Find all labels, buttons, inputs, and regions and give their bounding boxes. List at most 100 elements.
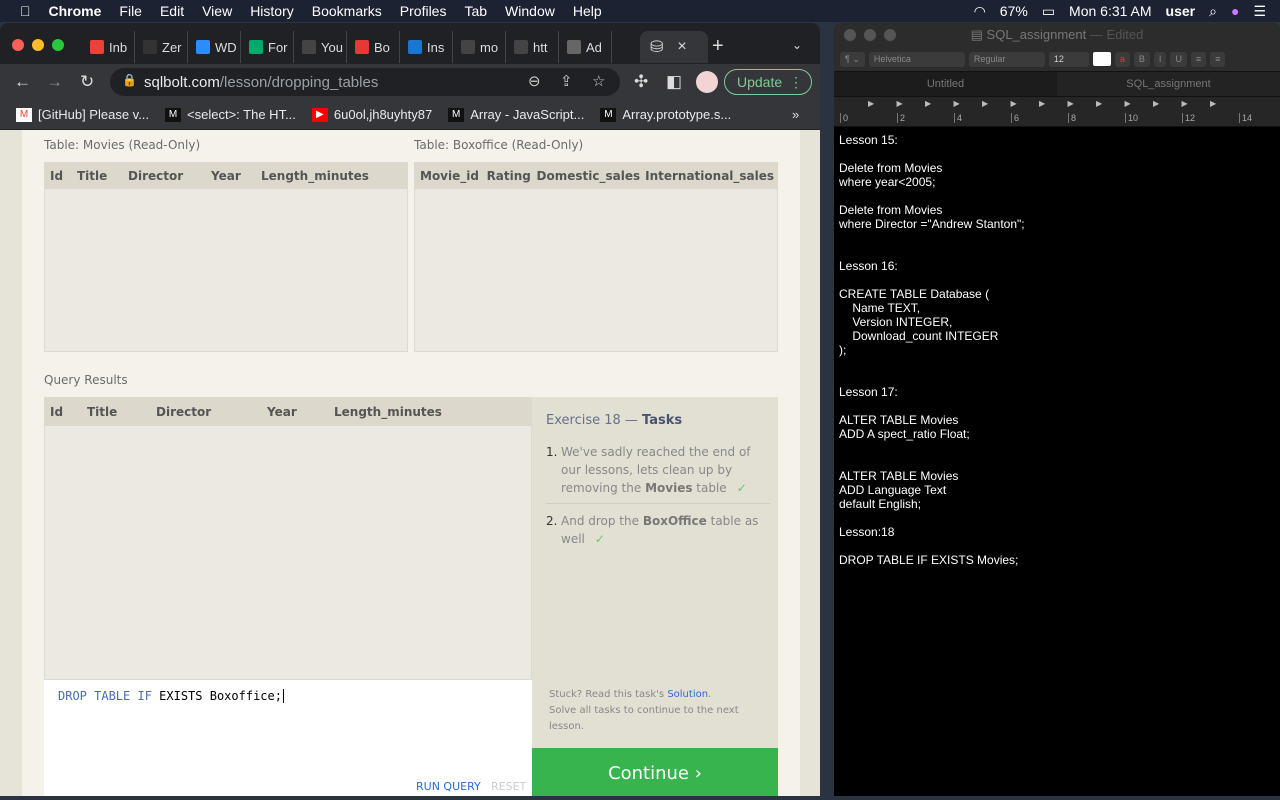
paragraph-style-button[interactable]: ¶ ⌄ — [840, 51, 865, 67]
tab-label: htt — [533, 39, 548, 55]
tab[interactable]: For — [241, 31, 294, 63]
forward-icon[interactable]: → — [46, 72, 63, 92]
control-center-icon[interactable]: ☰ — [1253, 3, 1266, 20]
user-menu[interactable]: user — [1166, 3, 1196, 19]
column-header: Director — [128, 169, 184, 183]
tab-untitled[interactable]: Untitled — [834, 72, 1057, 96]
tab-stop-icon[interactable]: ▶ — [868, 99, 874, 108]
tab[interactable]: mo — [453, 31, 506, 63]
tab[interactable]: WD — [188, 31, 241, 63]
address-bar[interactable]: 🔒 sqlbolt.com/lesson/dropping_tables ⊖ ⇪… — [110, 68, 620, 96]
tab[interactable]: htt — [506, 31, 559, 63]
search-icon[interactable]: ⌕ — [1209, 3, 1217, 20]
minimize-window-button[interactable] — [32, 39, 44, 51]
solution-link[interactable]: Solution — [667, 689, 708, 700]
zoom-window-button[interactable] — [52, 39, 64, 51]
query-editor[interactable]: DROP TABLE IF EXISTS Boxoffice; RUN QUER… — [44, 680, 532, 796]
close-tab-icon[interactable]: × — [677, 38, 686, 56]
tab-stop-icon[interactable]: ▶ — [982, 99, 988, 108]
ruler[interactable]: 0 2 4 6 8 10 12 14 ▶ ▶ ▶ ▶ ▶ ▶ ▶ ▶ ▶ ▶ ▶ ▶ ▶ — [834, 97, 1280, 127]
bookmark[interactable]: ▶ 6u0ol,jh8uyhty87 — [311, 107, 432, 122]
close-window-button[interactable] — [12, 39, 24, 51]
tab-stop-icon[interactable]: ▶ — [1182, 99, 1188, 108]
ruler-tick-label: 12 — [1182, 113, 1195, 123]
tab-stop-icon[interactable]: ▶ — [1039, 99, 1045, 108]
text-color-button[interactable] — [1092, 52, 1111, 66]
menu-window[interactable]: Window — [505, 3, 555, 19]
tab[interactable]: Bo — [347, 31, 400, 63]
bookmark[interactable]: M Array - JavaScript... — [448, 107, 584, 122]
menu-app[interactable]: Chrome — [49, 3, 102, 19]
font-style-select[interactable]: Regular — [968, 51, 1045, 67]
menu-bookmarks[interactable]: Bookmarks — [312, 3, 382, 19]
battery-percent[interactable]: 67% — [1000, 3, 1028, 19]
menu-tab[interactable]: Tab — [464, 3, 487, 19]
new-tab-button[interactable]: + — [712, 35, 724, 58]
tab-stop-icon[interactable]: ▶ — [925, 99, 931, 108]
font-family-select[interactable]: Helvetica — [868, 51, 965, 67]
bold-button[interactable]: B — [1133, 51, 1150, 67]
side-panel-icon[interactable]: ◧ — [666, 72, 682, 92]
column-header: Domestic_sales — [536, 169, 641, 183]
tab[interactable]: Ad — [559, 31, 612, 63]
tab[interactable]: Ins — [400, 31, 453, 63]
reset-button[interactable]: RESET — [491, 780, 526, 793]
highlight-color-button[interactable]: a — [1114, 51, 1130, 67]
reload-icon[interactable]: ↻ — [80, 72, 94, 92]
tab[interactable]: Zer — [135, 31, 188, 63]
menu-view[interactable]: View — [202, 3, 232, 19]
wifi-icon[interactable]: ◠ — [974, 3, 986, 20]
minimize-window-button[interactable] — [864, 29, 876, 41]
clock[interactable]: Mon 6:31 AM — [1069, 3, 1152, 19]
siri-icon[interactable]: ● — [1231, 3, 1239, 19]
w3-icon — [249, 40, 263, 54]
run-query-button[interactable]: RUN QUERY — [416, 780, 481, 793]
back-icon[interactable]: ← — [14, 72, 31, 92]
font-size-select[interactable]: 12 — [1048, 51, 1089, 67]
underline-button[interactable]: U — [1170, 51, 1187, 67]
menu-history[interactable]: History — [250, 3, 294, 19]
align-left-button[interactable]: ≡ — [1190, 51, 1207, 67]
avatar[interactable] — [696, 71, 718, 93]
menu-profiles[interactable]: Profiles — [400, 3, 447, 19]
tab-sql-assignment[interactable]: SQL_assignment — [1057, 72, 1280, 96]
tab-search-chevron-icon[interactable]: ⌄ — [792, 38, 802, 52]
column-header: Year — [211, 169, 241, 183]
menu-file[interactable]: File — [119, 3, 142, 19]
update-button[interactable]: Update ⋮ — [724, 69, 812, 95]
more-bookmarks-icon[interactable]: » — [792, 107, 799, 122]
tab-stop-icon[interactable]: ▶ — [1153, 99, 1159, 108]
tab-stop-icon[interactable]: ▶ — [1068, 99, 1074, 108]
share-icon[interactable]: ⇪ — [560, 72, 573, 90]
menu-help[interactable]: Help — [573, 3, 602, 19]
tab-stop-icon[interactable]: ▶ — [897, 99, 903, 108]
menu-edit[interactable]: Edit — [160, 3, 184, 19]
tab-active[interactable]: ⛁ × — [640, 31, 708, 63]
zoom-icon[interactable]: ⊖ — [528, 72, 541, 90]
tab[interactable]: Inb — [82, 31, 135, 63]
task-item: 2. And drop the BoxOffice table as well ✓ — [546, 510, 770, 554]
tab-stop-icon[interactable]: ▶ — [954, 99, 960, 108]
column-header: Movie_id — [420, 169, 479, 183]
document-text[interactable]: Lesson 15: Delete from Movies where year<2… — [839, 133, 1025, 567]
text-line: where Director ="Andrew Stanton"; — [839, 217, 1025, 231]
tab-stop-icon[interactable]: ▶ — [1210, 99, 1216, 108]
bookmark[interactable]: M [GitHub] Please v... — [16, 107, 149, 122]
bookmark-star-icon[interactable]: ☆ — [592, 72, 605, 90]
tab[interactable]: You — [294, 31, 347, 63]
bookmark[interactable]: M <select>: The HT... — [165, 107, 296, 122]
more-icon[interactable]: ⋮ — [789, 70, 803, 94]
bookmark[interactable]: M Array.prototype.s... — [600, 107, 731, 122]
close-window-button[interactable] — [844, 29, 856, 41]
italic-button[interactable]: I — [1153, 51, 1167, 67]
tab-stop-icon[interactable]: ▶ — [1011, 99, 1017, 108]
align-center-button[interactable]: ≡ — [1210, 51, 1226, 67]
apple-icon[interactable]:  — [20, 3, 31, 19]
tab-stop-icon[interactable]: ▶ — [1096, 99, 1102, 108]
extensions-icon[interactable]: ✣ — [634, 72, 648, 92]
document-icon: ▤ — [970, 27, 983, 42]
tab-stop-icon[interactable]: ▶ — [1125, 99, 1131, 108]
text-line: DROP TABLE IF EXISTS Movies; — [839, 553, 1019, 567]
zoom-window-button[interactable] — [884, 29, 896, 41]
continue-button[interactable]: Continue › — [532, 748, 778, 796]
